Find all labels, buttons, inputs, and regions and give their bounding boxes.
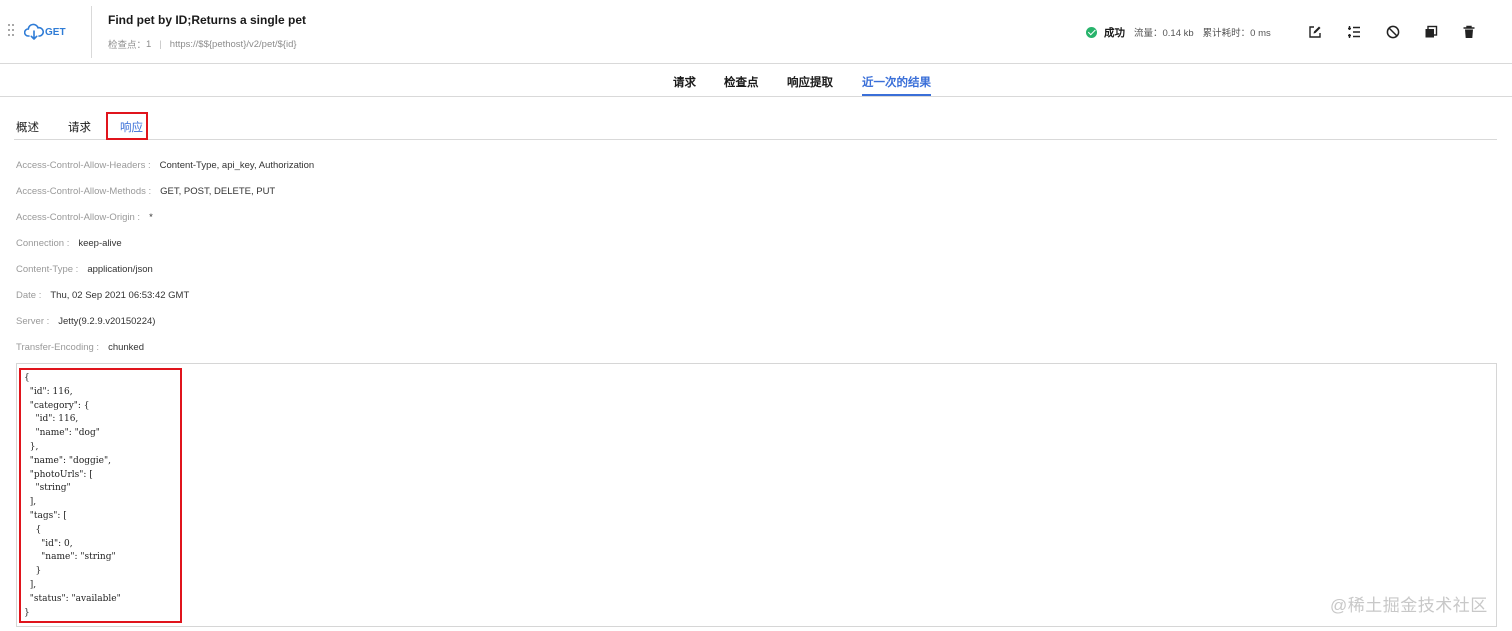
success-check-icon xyxy=(1086,26,1097,38)
header-divider xyxy=(91,6,92,58)
status-result: 成功 xyxy=(1104,26,1125,39)
header-row: Date : Thu, 02 Sep 2021 06:53:42 GMT xyxy=(16,288,189,302)
copy-icon xyxy=(1425,25,1438,38)
header-key: Access-Control-Allow-Origin : xyxy=(16,211,141,223)
header-key: Date : xyxy=(16,289,42,301)
tab-request[interactable]: 请求 xyxy=(673,74,696,90)
header-value: Content-Type, api_key, Authorization xyxy=(159,159,315,171)
header-key: Access-Control-Allow-Methods : xyxy=(16,185,152,197)
watermark: @稀土掘金技术社区 xyxy=(1330,596,1488,615)
header-row: Transfer-Encoding : chunked xyxy=(16,340,144,354)
disable-icon xyxy=(1386,25,1400,39)
tab-latest-result[interactable]: 近一次的结果 xyxy=(862,74,931,96)
cloud-download-icon xyxy=(24,23,44,40)
response-body-json: { "id": 116, "category": { "id": 116, "n… xyxy=(24,373,121,618)
header-row: Access-Control-Allow-Origin : * xyxy=(16,210,153,224)
header-row: Content-Type : application/json xyxy=(16,262,153,276)
header-row: Access-Control-Allow-Headers : Content-T… xyxy=(16,158,314,172)
request-url: https://$${pethost}/v2/pet/${id} xyxy=(169,38,297,50)
header-row: Server : Jetty(9.2.9.v20150224) xyxy=(16,314,155,328)
subline-separator: | xyxy=(159,38,162,50)
traffic-metric: 流量：0.14 kb xyxy=(1134,28,1194,39)
delete-button[interactable] xyxy=(1460,23,1478,41)
tab-checkpoints[interactable]: 检查点 xyxy=(724,74,759,90)
request-subline: 检查点： 1 | https://$${pethost}/v2/pet/${id… xyxy=(108,37,297,52)
tab-response-extract[interactable]: 响应提取 xyxy=(787,74,833,90)
header-key: Connection : xyxy=(16,237,70,249)
list-settings-button[interactable] xyxy=(1345,23,1363,41)
header-key: Content-Type : xyxy=(16,263,79,275)
header-key: Transfer-Encoding : xyxy=(16,341,100,353)
main-tab-bar: 请求 检查点 响应提取 近一次的结果 xyxy=(0,64,1512,97)
method-label: GET xyxy=(45,26,66,38)
header-key: Server : xyxy=(16,315,50,327)
sub-tab-bar: 概述 请求 响应 xyxy=(14,112,1497,140)
drag-handle-icon[interactable] xyxy=(8,24,16,40)
run-status: 成功 流量：0.14 kb 累计耗时：0 ms xyxy=(1086,24,1280,40)
list-settings-icon xyxy=(1348,26,1360,38)
annotation-highlight-tab xyxy=(106,112,148,140)
header-row: Connection : keep-alive xyxy=(16,236,122,250)
response-body-panel[interactable] xyxy=(16,363,1497,627)
header-value: application/json xyxy=(87,263,153,275)
header-value: GET, POST, DELETE, PUT xyxy=(160,185,276,197)
request-title: Find pet by ID;Returns a single pet xyxy=(108,13,307,27)
header-value: keep-alive xyxy=(78,237,122,249)
header-row: Access-Control-Allow-Methods : GET, POST… xyxy=(16,184,275,198)
subtab-request[interactable]: 请求 xyxy=(68,119,91,135)
header-value: chunked xyxy=(108,341,144,353)
checkpoints-label: 检查点： xyxy=(108,40,147,51)
edit-icon xyxy=(1309,26,1321,38)
subtab-overview[interactable]: 概述 xyxy=(16,119,39,135)
edit-button[interactable] xyxy=(1306,23,1324,41)
copy-button[interactable] xyxy=(1422,23,1440,41)
checkpoints-count: 1 xyxy=(146,38,152,50)
delete-icon xyxy=(1463,25,1475,38)
request-header: GET Find pet by ID;Returns a single pet … xyxy=(0,0,1512,64)
header-value: Thu, 02 Sep 2021 06:53:42 GMT xyxy=(50,289,190,301)
elapsed-metric: 累计耗时：0 ms xyxy=(1202,28,1271,39)
method-badge: GET xyxy=(24,22,66,42)
header-key: Access-Control-Allow-Headers : xyxy=(16,159,151,171)
disable-button[interactable] xyxy=(1384,23,1402,41)
header-value: Jetty(9.2.9.v20150224) xyxy=(58,315,156,327)
header-value: * xyxy=(149,211,153,223)
